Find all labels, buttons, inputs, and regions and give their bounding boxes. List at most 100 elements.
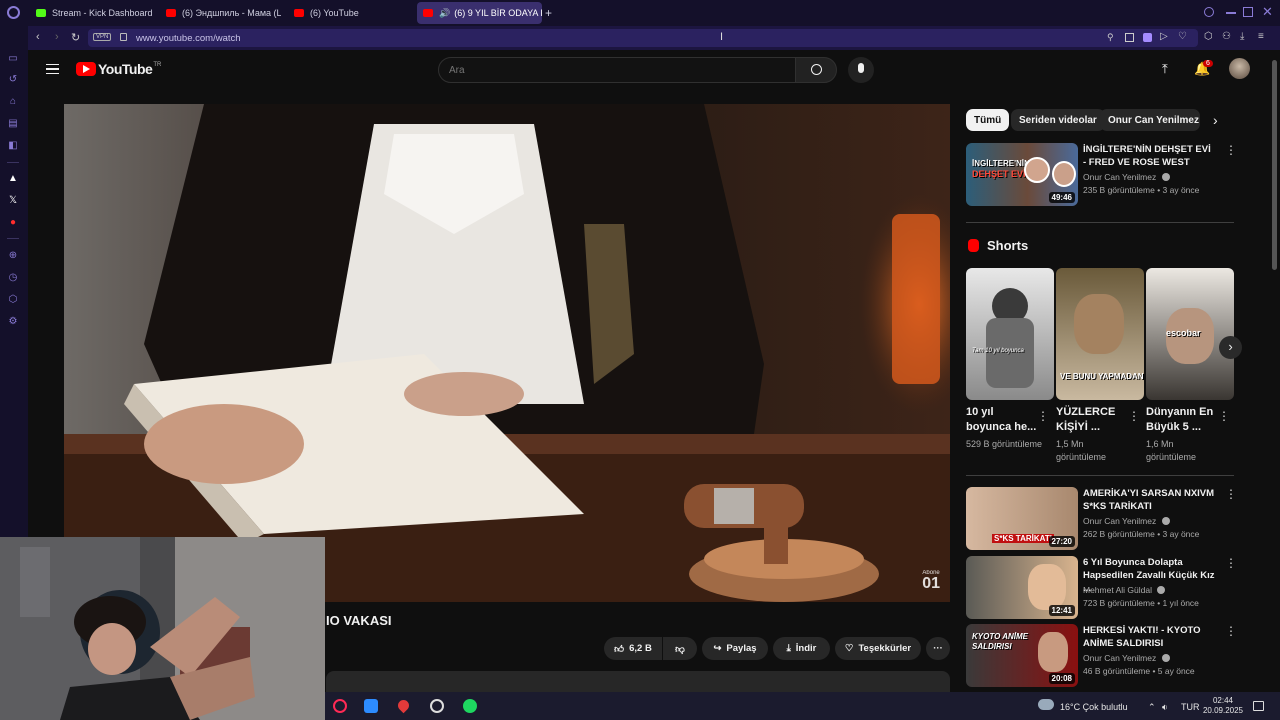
share-button[interactable]: ↪ Paylaş [702, 637, 768, 660]
tab-youtube[interactable]: (6) YouTube [294, 2, 404, 24]
snapshot-icon[interactable] [1125, 33, 1134, 42]
sidebar-bag-icon[interactable]: ⌂ [7, 96, 19, 108]
heart-icon[interactable]: ♡ [1178, 31, 1187, 42]
search-box[interactable] [438, 57, 796, 83]
close-icon[interactable]: ✕ [1262, 4, 1273, 20]
video-frame [64, 104, 950, 602]
forward-icon[interactable]: › [55, 31, 59, 43]
sidebar-messenger-icon[interactable]: ◧ [7, 140, 19, 152]
notification-center-icon[interactable] [1253, 701, 1264, 711]
volume-icon[interactable]: 🔉︎ [1162, 702, 1168, 713]
video-thumbnail[interactable]: KYOTO ANİME SALDIRISI 20:08 [966, 624, 1078, 687]
sidebar-settings-icon[interactable]: ⚙ [7, 316, 19, 328]
sidebar-workspaces-icon[interactable]: ▭ [7, 53, 19, 65]
short-thumbnail[interactable]: VE BUNU YAPMADAN [1056, 268, 1144, 400]
spotify-icon[interactable] [463, 699, 477, 713]
sidebar-cube-icon[interactable]: ⬡ [7, 294, 19, 306]
channel-name[interactable]: Onur Can Yenilmez [1083, 516, 1170, 526]
download-icon[interactable]: ⤓ [1240, 31, 1244, 42]
short-thumbnail[interactable]: Tam 10 yıl boyunca [966, 268, 1054, 400]
menu-icon[interactable]: ≡ [1258, 31, 1264, 42]
channel-name[interactable]: Onur Can Yenilmez [1083, 653, 1170, 663]
channel-name[interactable]: Onur Can Yenilmez [1083, 172, 1170, 182]
youtube-logo[interactable]: YouTube TR [76, 61, 161, 77]
short-title[interactable]: 10 yıl boyunca he... [966, 405, 1038, 435]
new-tab-button[interactable]: + [545, 2, 557, 24]
tab-endshpil[interactable]: (6) Эндшпиль - Мама (L... [166, 2, 281, 24]
tab-label: (6) YouTube [310, 8, 359, 18]
opera-logo-icon[interactable] [7, 6, 20, 19]
vpn-badge[interactable]: VPN [93, 33, 112, 41]
extensions-icon[interactable]: ⬡ [1204, 31, 1213, 42]
more-actions-button[interactable]: ··· [926, 637, 950, 660]
video-title[interactable]: İNGİLTERE'NİN DEHŞET EVİ - FRED VE ROSE … [1083, 143, 1215, 169]
file-explorer-icon[interactable] [364, 699, 378, 713]
sidebar-youtube-icon[interactable]: ● [7, 217, 19, 229]
thanks-button[interactable]: ♡ Teşekkürler [835, 637, 921, 660]
video-thumbnail[interactable]: İNGİLTERE'NİN DEHŞET EVİ 49:46 [966, 143, 1078, 206]
video-title[interactable]: AMERİKA'YI SARSAN NXIVM S*KS TARİKATI [1083, 487, 1215, 513]
weather-text[interactable]: 16°C Çok bulutlu [1060, 702, 1128, 712]
upload-icon[interactable]: ⤒ [1162, 61, 1168, 77]
chip-series-videos[interactable]: Seriden videolar [1011, 109, 1105, 131]
more-vert-icon[interactable]: ⋮ [1225, 144, 1237, 156]
search-button[interactable] [795, 57, 837, 83]
reload-icon[interactable]: ↻ [71, 31, 80, 44]
search-input[interactable] [439, 58, 769, 82]
more-vert-icon[interactable]: ⋮ [1128, 410, 1140, 422]
chip-channel[interactable]: Onur Can Yenilmez ad [1100, 109, 1200, 131]
more-vert-icon[interactable]: ⋮ [1037, 410, 1049, 422]
search-icon[interactable] [1204, 7, 1214, 17]
url-text[interactable]: www.youtube.com/watch [136, 33, 241, 44]
more-vert-icon[interactable]: ⋮ [1225, 557, 1237, 569]
url-field[interactable] [88, 29, 1198, 47]
sidebar-app-icon[interactable]: ▲ [7, 173, 19, 185]
like-button[interactable]: 👍︎ 6,2 B [604, 637, 662, 660]
profile-icon[interactable]: ⚇ [1222, 31, 1231, 42]
tab-kick-dashboard[interactable]: Stream - Kick Dashboard [36, 2, 161, 24]
shorts-next-button[interactable]: › [1219, 336, 1242, 359]
sidebar-add-icon[interactable]: ⊕ [7, 250, 19, 262]
channel-watermark[interactable]: Abone 01 [922, 570, 940, 592]
sidebar-history-icon[interactable]: ↺ [7, 74, 19, 86]
short-title[interactable]: Dünyanın En Büyük 5 ... [1146, 405, 1218, 435]
sidebar-x-icon[interactable]: 𝕏 [7, 195, 19, 207]
notification-count-badge: 6 [1203, 60, 1213, 67]
tab-active-video[interactable]: 🔊 (6) 9 YIL BİR ODAYA K [417, 2, 542, 24]
avatar[interactable] [1229, 58, 1250, 79]
minimize-icon[interactable] [1226, 12, 1236, 14]
tray-chevron-icon[interactable]: ⌃ [1148, 702, 1156, 713]
back-icon[interactable]: ‹ [36, 31, 40, 43]
sidebar-clock-icon[interactable]: ◷ [7, 272, 19, 284]
channel-name[interactable]: Mehmet Ali Güldal [1083, 585, 1166, 595]
dislike-button[interactable]: 👎︎ [663, 637, 697, 660]
thumb-caption: DEHŞET EVİ [972, 169, 1026, 179]
video-thumbnail[interactable]: 12:41 [966, 556, 1078, 619]
sidebar-chat-icon[interactable]: ▤ [7, 118, 19, 130]
shield-icon[interactable] [1143, 33, 1152, 42]
chevron-right-icon[interactable]: › [1213, 112, 1218, 128]
voice-search-button[interactable] [848, 57, 874, 83]
page-scrollbar[interactable] [1272, 60, 1277, 270]
opera-taskbar-icon[interactable] [333, 699, 347, 713]
video-thumbnail[interactable]: S*KS TARİKATI 27:20 [966, 487, 1078, 550]
short-title[interactable]: YÜZLERCE KİŞİYİ ... [1056, 405, 1128, 435]
clock[interactable]: 02:44 20.09.2025 [1200, 696, 1246, 716]
video-player[interactable]: Abone 01 [64, 104, 950, 602]
chip-all[interactable]: Tümü [966, 109, 1010, 131]
maximize-icon[interactable] [1243, 7, 1253, 17]
more-vert-icon[interactable]: ⋮ [1218, 410, 1230, 422]
pin-icon[interactable]: ⚲ [1107, 32, 1114, 43]
obs-icon[interactable] [430, 699, 444, 713]
send-icon[interactable]: ▷ [1160, 31, 1168, 42]
short-thumbnail[interactable]: escobar [1146, 268, 1234, 400]
more-vert-icon[interactable]: ⋮ [1225, 625, 1237, 637]
channel-label: Onur Can Yenilmez [1083, 653, 1157, 663]
keyboard-language[interactable]: TUR [1181, 702, 1200, 712]
more-vert-icon[interactable]: ⋮ [1225, 488, 1237, 500]
download-button[interactable]: ⤓ İndir [773, 637, 830, 660]
hamburger-icon[interactable] [46, 64, 59, 74]
video-title[interactable]: HERKESİ YAKTI! - KYOTO ANİME SALDIRISI [1083, 624, 1215, 650]
download-icon: ⤓ [786, 643, 791, 654]
description-box[interactable] [326, 671, 950, 692]
